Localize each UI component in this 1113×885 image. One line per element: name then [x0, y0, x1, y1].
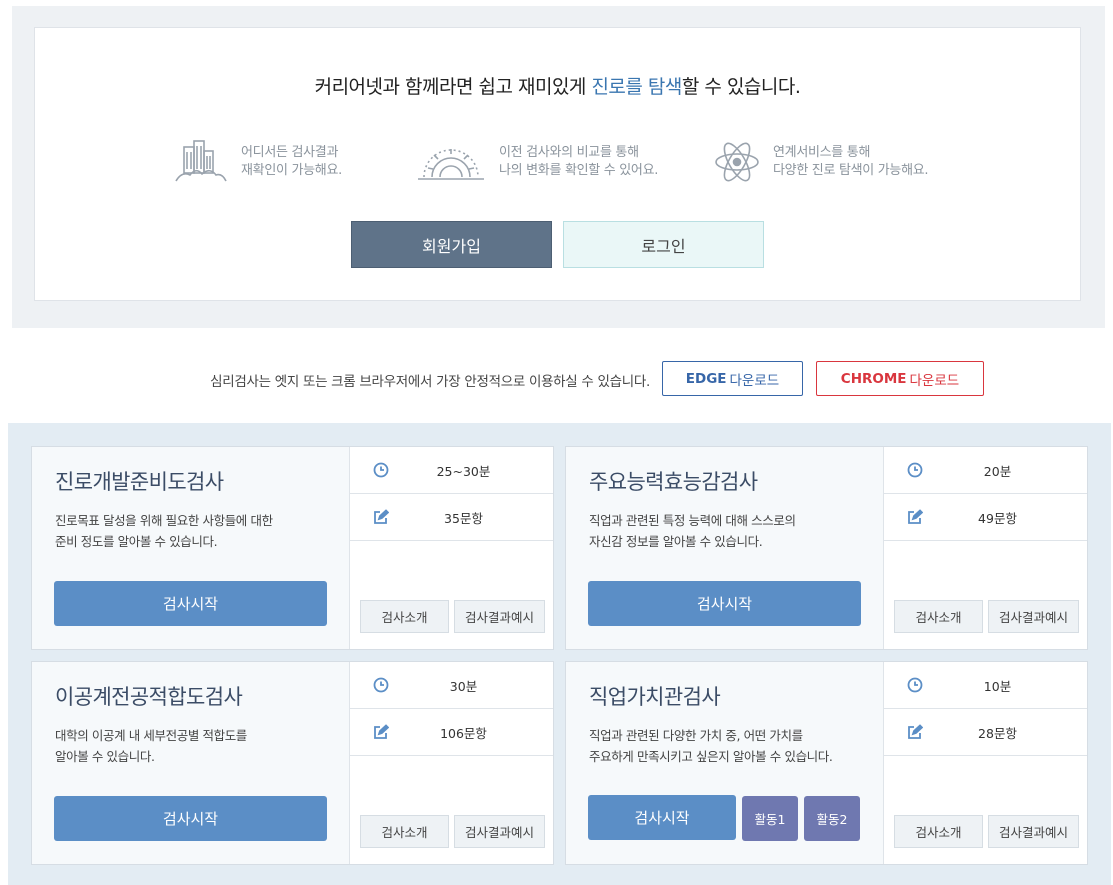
start-test-button[interactable]: 검사시작: [54, 796, 327, 841]
atom-icon: [711, 134, 763, 190]
test-description: 진로목표 달성을 위해 필요한 사항들에 대한 준비 정도를 알아볼 수 있습니다…: [55, 513, 273, 549]
result-example-button[interactable]: 검사결과예시: [454, 815, 545, 848]
test-intro-button[interactable]: 검사소개: [360, 600, 449, 633]
test-item-count: 35문항: [350, 494, 553, 541]
join-button[interactable]: 회원가입: [351, 221, 552, 268]
test-title: 직업가치관검사: [589, 685, 721, 709]
test-card: 주요능력효능감검사 직업과 관련된 특정 능력에 대해 스스로의 자신감 정보를 …: [565, 446, 1088, 650]
edit-icon: [372, 508, 390, 526]
test-duration: 25~30분: [350, 447, 553, 494]
test-description: 대학의 이공계 내 세부전공별 적합도를 알아볼 수 있습니다.: [55, 728, 247, 764]
test-description: 직업과 관련된 특정 능력에 대해 스스로의 자신감 정보를 알아볼 수 있습니다…: [589, 513, 796, 549]
city-buildings-icon: [169, 134, 231, 190]
start-test-button[interactable]: 검사시작: [588, 581, 861, 626]
test-description: 직업과 관련된 다양한 가치 중, 어떤 가치를 주요하게 만족시키고 싶은지 알…: [589, 728, 833, 764]
test-card: 진로개발준비도검사 진로목표 달성을 위해 필요한 사항들에 대한 준비 정도를 …: [31, 446, 554, 650]
login-button[interactable]: 로그인: [563, 221, 764, 268]
test-duration: 30분: [350, 662, 553, 709]
start-test-button[interactable]: 검사시작: [588, 795, 736, 840]
clock-icon: [372, 676, 390, 694]
browser-notice: 심리검사는 엣지 또는 크롬 브라우저에서 가장 안정적으로 이용하실 수 있습…: [210, 374, 650, 390]
feature-results: 어디서든 검사결과 재확인이 가능해요.: [169, 132, 342, 192]
test-item-count: 49문항: [884, 494, 1087, 541]
test-title: 진로개발준비도검사: [55, 470, 224, 494]
clock-icon: [906, 676, 924, 694]
test-intro-button[interactable]: 검사소개: [360, 815, 449, 848]
edit-icon: [372, 723, 390, 741]
test-duration: 10분: [884, 662, 1087, 709]
test-title: 주요능력효능감검사: [589, 470, 758, 494]
test-intro-button[interactable]: 검사소개: [894, 600, 983, 633]
edit-icon: [906, 723, 924, 741]
activity-1-button[interactable]: 활동1: [742, 796, 798, 841]
clock-icon: [906, 461, 924, 479]
result-example-button[interactable]: 검사결과예시: [454, 600, 545, 633]
clock-icon: [372, 461, 390, 479]
activity-2-button[interactable]: 활동2: [804, 796, 860, 841]
test-intro-button[interactable]: 검사소개: [894, 815, 983, 848]
test-duration: 20분: [884, 447, 1087, 494]
start-test-button[interactable]: 검사시작: [54, 581, 327, 626]
edge-download-button[interactable]: EDGE 다운로드: [662, 361, 803, 396]
test-item-count: 28문항: [884, 709, 1087, 756]
chrome-download-button[interactable]: CHROME 다운로드: [816, 361, 984, 396]
promo-card: 커리어넷과 함께라면 쉽고 재미있게 진로를 탐색할 수 있습니다. 어디서든 …: [34, 27, 1081, 301]
test-card: 직업가치관검사 직업과 관련된 다양한 가치 중, 어떤 가치를 주요하게 만족시…: [565, 661, 1088, 865]
edit-icon: [906, 508, 924, 526]
gear-icon: [413, 134, 489, 190]
feature-compare: 이전 검사와의 비교를 통해 나의 변화를 확인할 수 있어요.: [413, 132, 658, 192]
feature-explore: 연계서비스를 통해 다양한 진로 탐색이 가능해요.: [711, 132, 929, 192]
test-item-count: 106문항: [350, 709, 553, 756]
test-title: 이공계전공적합도검사: [55, 685, 243, 709]
promo-headline: 커리어넷과 함께라면 쉽고 재미있게 진로를 탐색할 수 있습니다.: [314, 76, 801, 98]
result-example-button[interactable]: 검사결과예시: [988, 815, 1079, 848]
test-card: 이공계전공적합도검사 대학의 이공계 내 세부전공별 적합도를 알아볼 수 있습니…: [31, 661, 554, 865]
promo-section: 커리어넷과 함께라면 쉽고 재미있게 진로를 탐색할 수 있습니다. 어디서든 …: [12, 6, 1105, 328]
result-example-button[interactable]: 검사결과예시: [988, 600, 1079, 633]
